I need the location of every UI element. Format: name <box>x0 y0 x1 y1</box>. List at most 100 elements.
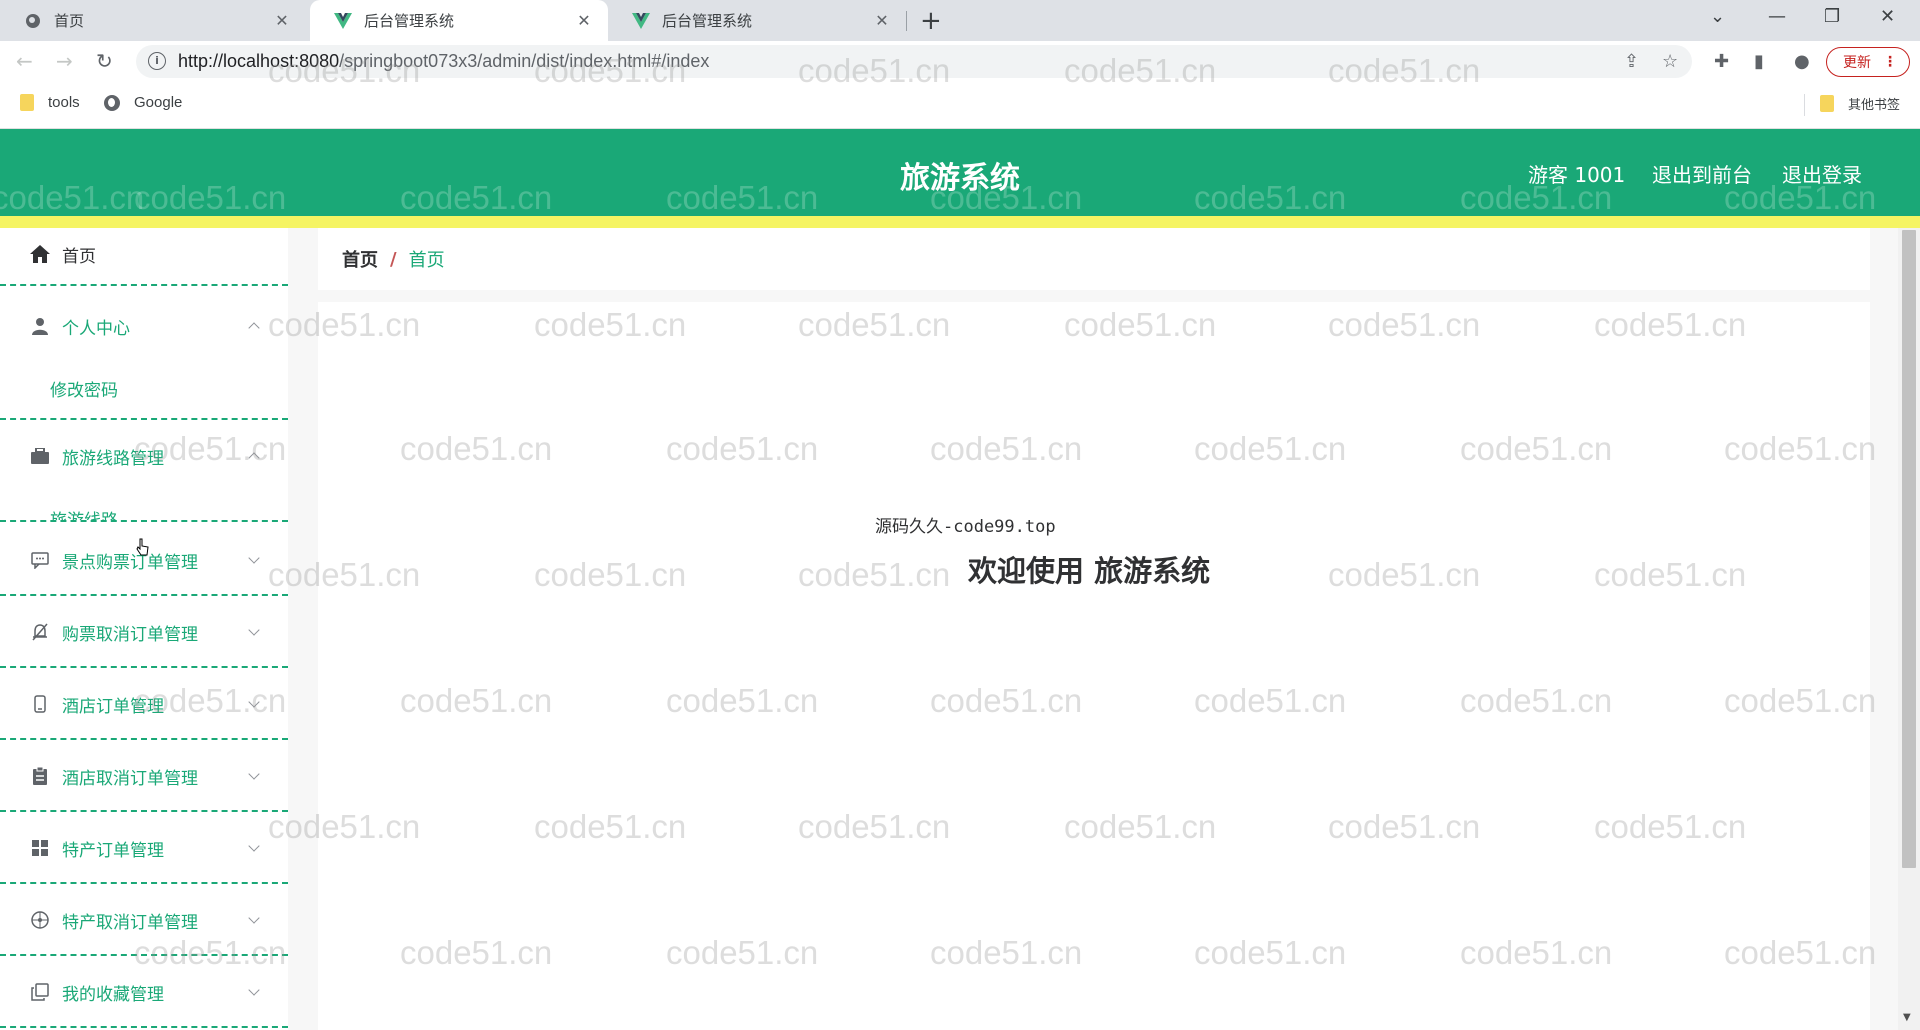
globe-icon <box>24 12 42 30</box>
browser-tab-1[interactable]: 首页 ✕ <box>0 0 306 41</box>
tab-divider <box>906 11 907 31</box>
back-icon[interactable]: ← <box>16 49 33 73</box>
sidebar-item-label: 购票取消订单管理 <box>62 624 198 645</box>
chevron-up-icon <box>248 452 260 464</box>
chevron-down-icon <box>248 624 260 636</box>
browser-tab-2[interactable]: 后台管理系统 ✕ <box>310 0 608 41</box>
menu-divider <box>0 284 288 286</box>
tab-title: 后台管理系统 <box>364 12 455 30</box>
new-tab-button[interactable]: + <box>920 6 942 36</box>
menu-divider <box>0 1026 288 1028</box>
chevron-down-icon <box>248 912 260 924</box>
extensions-icon[interactable]: ✚ <box>1714 51 1729 72</box>
menu-divider <box>0 882 288 884</box>
star-icon[interactable]: ☆ <box>1662 51 1678 72</box>
browser-tab-3[interactable]: 后台管理系统 ✕ <box>608 0 906 41</box>
globe-icon <box>104 94 120 111</box>
bookmark-divider <box>1804 94 1805 116</box>
content-card <box>318 302 1870 1030</box>
close-tab-icon[interactable]: ✕ <box>272 11 292 30</box>
sidebar-item-label: 酒店取消订单管理 <box>62 768 198 789</box>
share-icon[interactable]: ⇪ <box>1624 51 1639 72</box>
bookmark-label: Google <box>134 94 183 111</box>
chevron-down-icon <box>248 984 260 996</box>
minimize-icon[interactable]: — <box>1768 6 1786 27</box>
sidebar-item-label: 首页 <box>62 246 96 267</box>
welcome-title: 欢迎使用 旅游系统 <box>968 554 1211 588</box>
menu-divider <box>0 594 288 596</box>
browser-tab-strip: 首页 ✕ 后台管理系统 ✕ 后台管理系统 ✕ + ⌄ — ❐ ✕ <box>0 0 1920 41</box>
chevron-down-icon <box>248 768 260 780</box>
sidebar-item-hotel-cancel-orders[interactable]: 酒店取消订单管理 <box>0 754 288 798</box>
close-window-icon[interactable]: ✕ <box>1880 6 1895 27</box>
scrollbar-thumb[interactable] <box>1902 230 1916 868</box>
sidebar: 首页 个人中心 修改密码 旅游线路管理 旅游线路 景点购票订单管理 购票取消订单… <box>0 228 288 1030</box>
sidebar-item-specialty-orders[interactable]: 特产订单管理 <box>0 826 288 870</box>
breadcrumb-current: 首页 <box>408 250 445 271</box>
forward-icon[interactable]: → <box>56 49 73 73</box>
folder-icon <box>20 94 34 111</box>
scroll-down-arrow-icon[interactable]: ▼ <box>1903 1012 1911 1023</box>
header-accent-strip <box>0 216 1920 228</box>
sidebar-item-route-management[interactable]: 旅游线路管理 <box>0 434 288 478</box>
back-to-front-link[interactable]: 退出到前台 <box>1652 159 1752 188</box>
sidebar-item-favorites[interactable]: 我的收藏管理 <box>0 970 288 1014</box>
current-user: 游客 1001 <box>1528 163 1626 187</box>
sidebar-item-label: 个人中心 <box>62 318 130 339</box>
menu-divider <box>0 418 288 420</box>
sidebar-item-home[interactable]: 首页 <box>0 228 288 280</box>
briefcase-icon <box>30 446 50 466</box>
maximize-icon[interactable]: ❐ <box>1824 6 1840 27</box>
update-label: 更新 <box>1843 55 1871 71</box>
menu-divider <box>0 810 288 812</box>
sidebar-item-personal-center[interactable]: 个人中心 <box>0 304 288 348</box>
browser-toolbar: ← → ↻ i http://localhost:8080/springboot… <box>0 41 1920 82</box>
bell-off-icon <box>30 622 50 642</box>
bookmarks-bar: tools Google 其他书签 <box>0 82 1920 129</box>
close-tab-icon[interactable]: ✕ <box>872 11 892 30</box>
user-icon <box>30 316 50 336</box>
menu-divider <box>0 738 288 740</box>
sidebar-item-ticket-cancel-orders[interactable]: 购票取消订单管理 <box>0 610 288 654</box>
compass-icon <box>30 910 50 930</box>
profile-icon[interactable]: ● <box>1794 51 1810 72</box>
chevron-down-icon <box>248 840 260 852</box>
bookmark-label: tools <box>48 94 80 111</box>
update-button[interactable]: 更新 ⋮ <box>1826 47 1910 77</box>
breadcrumb-home[interactable]: 首页 <box>342 246 378 272</box>
address-bar[interactable]: i http://localhost:8080/springboot073x3/… <box>136 45 1692 78</box>
sidebar-item-label: 旅游线路管理 <box>62 448 164 469</box>
other-bookmarks-label: 其他书签 <box>1848 97 1901 112</box>
sidebar-item-specialty-cancel-orders[interactable]: 特产取消订单管理 <box>0 898 288 942</box>
tab-title: 后台管理系统 <box>662 12 753 30</box>
url-text[interactable]: http://localhost:8080/springboot073x3/ad… <box>178 51 709 72</box>
reload-icon[interactable]: ↻ <box>96 49 113 73</box>
logout-link[interactable]: 退出登录 <box>1782 159 1862 188</box>
home-icon <box>30 244 50 264</box>
menu-divider <box>0 666 288 668</box>
chevron-down-icon <box>248 552 260 564</box>
sidebar-item-label: 特产订单管理 <box>62 840 164 861</box>
close-tab-icon[interactable]: ✕ <box>574 11 594 30</box>
site-info-icon[interactable]: i <box>148 52 166 70</box>
side-panel-icon[interactable]: ▮ <box>1754 51 1764 72</box>
clipboard-icon <box>30 766 50 786</box>
chevron-down-icon <box>248 696 260 708</box>
submenu-change-password[interactable]: 修改密码 <box>50 376 118 401</box>
bookmark-tools[interactable]: tools <box>20 94 80 111</box>
other-bookmarks[interactable]: 其他书签 <box>1820 94 1900 113</box>
grid-icon <box>30 838 50 858</box>
bookmark-google[interactable]: Google <box>104 94 182 111</box>
vue-logo-icon <box>334 12 352 30</box>
sidebar-item-label: 酒店订单管理 <box>62 696 164 717</box>
chevron-up-icon <box>248 322 260 334</box>
app-title: 旅游系统 <box>900 161 1020 196</box>
sidebar-item-hotel-orders[interactable]: 酒店订单管理 <box>0 682 288 726</box>
tab-search-icon[interactable]: ⌄ <box>1710 6 1725 27</box>
mobile-icon <box>30 694 50 714</box>
breadcrumb: 首页 / 首页 <box>318 228 1870 290</box>
submenu-travel-routes[interactable]: 旅游线路 <box>50 506 118 520</box>
source-note: 源码久久-code99.top <box>875 517 1056 537</box>
vue-logo-icon <box>632 12 650 30</box>
folder-icon <box>1820 95 1834 112</box>
